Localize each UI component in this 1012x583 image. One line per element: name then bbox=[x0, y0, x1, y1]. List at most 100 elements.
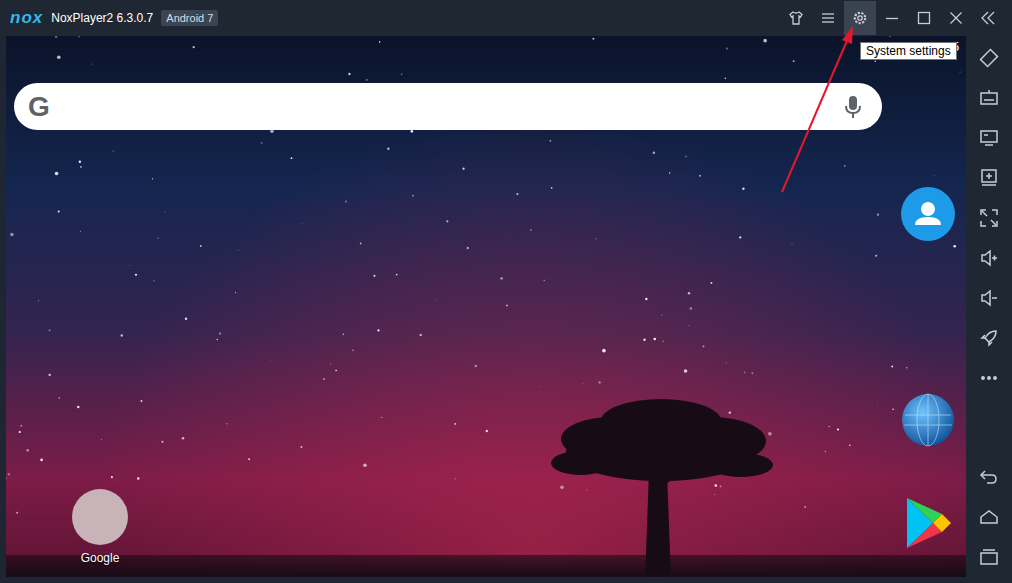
star bbox=[19, 431, 21, 433]
play-store-icon bbox=[905, 496, 953, 550]
star bbox=[77, 406, 79, 408]
star bbox=[387, 147, 389, 149]
rocket-button[interactable] bbox=[966, 318, 1012, 358]
star bbox=[153, 280, 154, 281]
star bbox=[791, 244, 793, 246]
close-icon bbox=[948, 10, 964, 26]
star bbox=[269, 359, 271, 361]
star bbox=[598, 381, 600, 383]
star bbox=[6, 477, 7, 478]
star bbox=[113, 150, 114, 151]
recent-button[interactable] bbox=[966, 537, 1012, 577]
menu-button[interactable] bbox=[812, 1, 844, 35]
star bbox=[690, 307, 692, 309]
star bbox=[55, 172, 59, 176]
star bbox=[530, 229, 532, 231]
star bbox=[953, 245, 956, 248]
star bbox=[101, 439, 102, 440]
star bbox=[506, 304, 508, 306]
star bbox=[551, 187, 553, 189]
vol-down-icon bbox=[979, 288, 999, 308]
star bbox=[78, 36, 79, 37]
star bbox=[80, 230, 82, 232]
rocket-icon bbox=[979, 328, 999, 348]
minimize-button[interactable] bbox=[876, 1, 908, 35]
star bbox=[462, 168, 464, 170]
star bbox=[549, 140, 551, 142]
star bbox=[825, 451, 826, 452]
tree-silhouette bbox=[541, 391, 781, 577]
menu-icon bbox=[820, 10, 836, 26]
microphone-icon[interactable] bbox=[844, 95, 862, 119]
star bbox=[720, 485, 722, 487]
play-store-app[interactable] bbox=[905, 496, 953, 554]
skin-button[interactable] bbox=[780, 1, 812, 35]
star bbox=[348, 73, 350, 75]
more-button[interactable] bbox=[966, 358, 1012, 398]
android-screen: G5Google bbox=[6, 36, 966, 577]
browser-app[interactable] bbox=[901, 393, 955, 451]
google-folder[interactable]: Google bbox=[50, 489, 150, 565]
contacts-app[interactable] bbox=[901, 187, 955, 245]
gear-button[interactable] bbox=[844, 1, 876, 35]
star bbox=[219, 332, 221, 334]
star bbox=[454, 423, 456, 425]
star bbox=[959, 71, 960, 72]
star bbox=[653, 338, 655, 340]
star bbox=[55, 36, 57, 38]
star bbox=[643, 339, 645, 341]
star bbox=[373, 275, 375, 277]
back-button[interactable] bbox=[966, 457, 1012, 497]
apk-icon bbox=[979, 168, 999, 188]
star bbox=[185, 318, 187, 320]
window-title: NoxPlayer2 6.3.0.7 bbox=[51, 11, 153, 25]
star bbox=[804, 506, 806, 508]
star bbox=[58, 210, 60, 212]
star bbox=[248, 458, 250, 460]
star bbox=[80, 166, 82, 168]
home-icon bbox=[979, 507, 999, 527]
skin-icon bbox=[788, 10, 804, 26]
apk-button[interactable] bbox=[966, 158, 1012, 198]
star bbox=[137, 477, 139, 479]
star bbox=[135, 274, 137, 276]
star bbox=[40, 459, 43, 462]
globe-icon bbox=[901, 393, 955, 447]
tooltip: System settings bbox=[860, 42, 957, 60]
star bbox=[684, 369, 688, 373]
annotation-arrow bbox=[0, 0, 1012, 583]
star bbox=[435, 300, 437, 302]
star bbox=[689, 325, 690, 326]
close-button[interactable] bbox=[940, 1, 972, 35]
rotate-button[interactable] bbox=[966, 38, 1012, 78]
star bbox=[121, 334, 123, 336]
star bbox=[26, 449, 29, 452]
keyboard-button[interactable] bbox=[966, 78, 1012, 118]
star bbox=[216, 339, 218, 341]
google-logo: G bbox=[28, 91, 50, 123]
star bbox=[699, 175, 701, 177]
star bbox=[592, 38, 594, 40]
title-bar: noxNoxPlayer2 6.3.0.7Android 7 bbox=[0, 0, 1012, 36]
fullscreen-button[interactable] bbox=[966, 198, 1012, 238]
google-search-bar[interactable]: G bbox=[14, 83, 882, 130]
star bbox=[323, 378, 325, 380]
star bbox=[475, 365, 477, 367]
collapse-button[interactable] bbox=[972, 1, 1004, 35]
star bbox=[602, 349, 606, 353]
star bbox=[226, 423, 227, 424]
star bbox=[49, 329, 51, 331]
star bbox=[345, 200, 347, 202]
star bbox=[751, 372, 753, 374]
vol-up-button[interactable] bbox=[966, 238, 1012, 278]
home-button[interactable] bbox=[966, 497, 1012, 537]
star bbox=[544, 280, 545, 281]
star bbox=[411, 130, 414, 133]
star bbox=[8, 473, 10, 475]
star bbox=[685, 156, 686, 157]
screen-button[interactable] bbox=[966, 118, 1012, 158]
vol-down-button[interactable] bbox=[966, 278, 1012, 318]
maximize-button[interactable] bbox=[908, 1, 940, 35]
star bbox=[330, 363, 331, 364]
star bbox=[261, 142, 263, 144]
